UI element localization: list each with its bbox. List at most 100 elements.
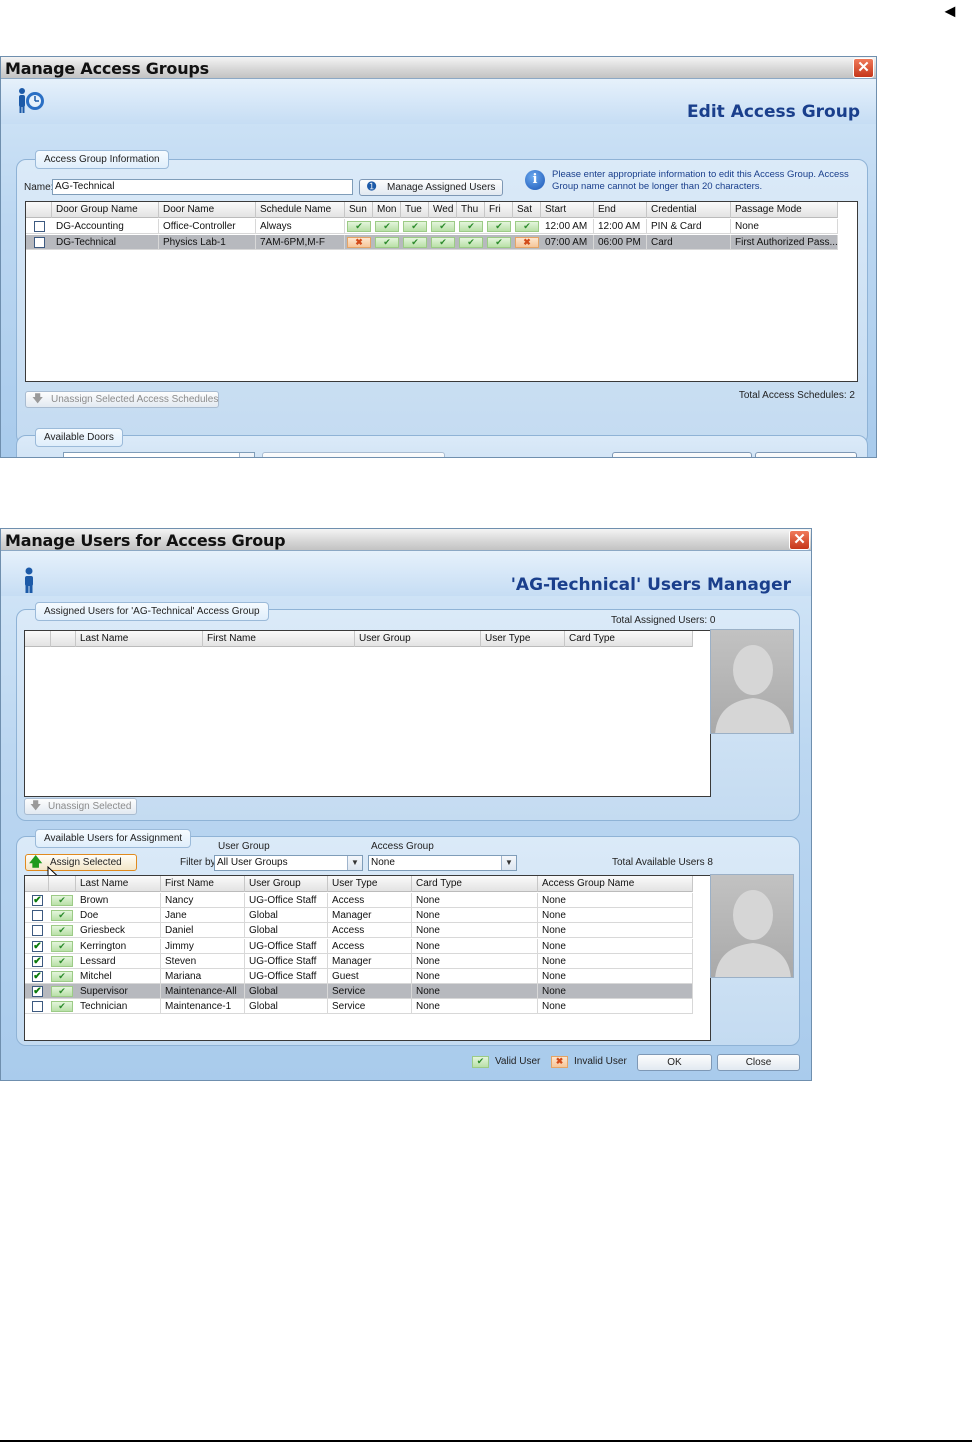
table-cell: None bbox=[412, 969, 538, 984]
table-row[interactable]: ✔ ✔ Kerrington Jimmy UG-Office Staff Access No… bbox=[25, 938, 693, 954]
user-icon: ➊ bbox=[367, 181, 377, 193]
assign-selected-button[interactable]: 🡅 Assign Selected bbox=[25, 854, 137, 871]
denied-day-icon: ✖ bbox=[347, 237, 371, 248]
assigned-users-legend: Assigned Users for 'AG-Technical' Access… bbox=[35, 602, 269, 621]
assign-schedule-button[interactable] bbox=[262, 452, 445, 457]
table-cell: UG-Office Staff bbox=[245, 953, 328, 969]
table-cell: Lessard bbox=[76, 953, 161, 969]
manage-assigned-users-button[interactable]: ➊ Manage Assigned Users bbox=[359, 179, 503, 196]
access-group-label: Access Group bbox=[371, 841, 434, 852]
column-header[interactable]: User Group bbox=[245, 876, 328, 892]
table-row[interactable]: ✔ Technician Maintenance-1 Global Service Non… bbox=[25, 999, 693, 1015]
close-window-button[interactable]: ✕ bbox=[789, 530, 810, 550]
column-header[interactable]: Access Group Name bbox=[538, 876, 693, 892]
access-group-select[interactable]: None ▼ bbox=[368, 855, 517, 871]
column-header[interactable]: Mon bbox=[373, 202, 401, 218]
row-checkbox[interactable]: ✔ bbox=[32, 955, 43, 967]
column-header[interactable]: Wed bbox=[429, 202, 457, 218]
close-button[interactable]: Close bbox=[717, 1054, 800, 1071]
assigned-user-photo bbox=[710, 629, 794, 734]
column-header[interactable] bbox=[25, 631, 51, 647]
access-group-value: None bbox=[371, 857, 395, 868]
column-header[interactable]: Schedule Name bbox=[256, 202, 345, 218]
table-cell: 12:00 AM bbox=[541, 219, 594, 234]
unassign-schedules-button[interactable]: 🡇 Unassign Selected Access Schedules bbox=[25, 391, 219, 408]
column-header[interactable]: First Name bbox=[203, 631, 355, 647]
column-header[interactable]: Thu bbox=[457, 202, 485, 218]
column-header[interactable]: Sat bbox=[513, 202, 541, 218]
column-header[interactable]: Card Type bbox=[565, 631, 693, 647]
column-header[interactable]: User Type bbox=[481, 631, 565, 647]
table-row[interactable]: DG-Accounting Office-Controller Always ✔ ✔ ✔ ✔… bbox=[26, 219, 838, 234]
column-header[interactable]: Door Name bbox=[159, 202, 256, 218]
row-checkbox[interactable]: ✔ bbox=[32, 940, 43, 952]
allowed-day-icon: ✔ bbox=[459, 237, 483, 248]
unassign-selected-button[interactable]: 🡇 Unassign Selected bbox=[24, 798, 137, 815]
column-header[interactable]: Tue bbox=[401, 202, 429, 218]
invalid-user-label: Invalid User bbox=[574, 1056, 627, 1067]
column-header[interactable]: Passage Mode bbox=[731, 202, 838, 218]
row-checkbox[interactable]: ✔ bbox=[32, 971, 43, 982]
column-header[interactable] bbox=[49, 876, 76, 892]
available-user-photo bbox=[710, 874, 794, 978]
column-header[interactable]: Start bbox=[541, 202, 594, 218]
row-checkbox[interactable] bbox=[32, 910, 43, 922]
chevron-down-icon: ▼ bbox=[347, 856, 362, 870]
avatar-icon bbox=[715, 890, 791, 977]
filter-by-label: Filter by: bbox=[180, 857, 219, 868]
valid-user-icon: ✔ bbox=[51, 971, 73, 982]
column-header[interactable]: User Group bbox=[355, 631, 481, 647]
table-row[interactable]: DG-Technical Physics Lab-1 7AM-6PM,M-F ✖ ✔ ✔ ✔… bbox=[26, 235, 838, 250]
column-header[interactable]: Last Name bbox=[76, 631, 203, 647]
down-arrow-icon: 🡇 bbox=[30, 800, 42, 812]
manage-users-window: Manage Users for Access Group ✕ 'AG-Tech… bbox=[0, 528, 812, 1081]
table-cell: None bbox=[538, 953, 693, 969]
access-group-name-input[interactable]: AG-Technical bbox=[52, 179, 353, 195]
column-header[interactable] bbox=[26, 202, 52, 218]
allowed-day-icon: ✔ bbox=[431, 237, 455, 248]
table-row[interactable]: ✔ Griesbeck Daniel Global Access None None bbox=[25, 923, 693, 939]
doors-filter-input[interactable]: ▼ bbox=[63, 452, 255, 457]
add-new-door-button[interactable] bbox=[755, 452, 857, 457]
table-cell: Maintenance-All bbox=[161, 984, 245, 1000]
column-header[interactable]: First Name bbox=[161, 876, 245, 892]
column-header[interactable]: Card Type bbox=[412, 876, 538, 892]
avatar-icon bbox=[715, 645, 791, 733]
allowed-day-icon: ✔ bbox=[515, 221, 539, 232]
table-cell: Supervisor bbox=[76, 984, 161, 1000]
modify-door-schedule-button[interactable] bbox=[612, 452, 752, 457]
column-header[interactable]: User Type bbox=[328, 876, 412, 892]
table-row[interactable]: ✔ Doe Jane Global Manager None None bbox=[25, 908, 693, 924]
row-checkbox[interactable]: ✔ bbox=[32, 986, 43, 998]
column-header[interactable]: End bbox=[594, 202, 647, 218]
table-cell: None bbox=[412, 999, 538, 1015]
table-cell: None bbox=[538, 984, 693, 1000]
row-checkbox[interactable] bbox=[32, 1001, 43, 1013]
column-header[interactable]: Sun bbox=[345, 202, 373, 218]
row-checkbox[interactable] bbox=[32, 925, 43, 937]
column-header[interactable]: Last Name bbox=[76, 876, 161, 892]
column-header[interactable] bbox=[25, 876, 49, 892]
close-window-button[interactable]: ✕ bbox=[853, 58, 874, 78]
table-cell: None bbox=[538, 923, 693, 939]
page-title: Edit Access Group bbox=[687, 102, 860, 122]
access-group-info-legend: Access Group Information bbox=[35, 150, 169, 169]
header-band: 'AG-Technical' Users Manager bbox=[1, 551, 811, 596]
table-row[interactable]: ✔ ✔ Lessard Steven UG-Office Staff Manager Non… bbox=[25, 953, 693, 969]
column-header[interactable]: Fri bbox=[485, 202, 513, 218]
ok-button[interactable]: OK bbox=[637, 1054, 712, 1071]
table-row[interactable]: ✔ ✔ Brown Nancy UG-Office Staff Access None Non… bbox=[25, 893, 693, 908]
column-header[interactable]: Credential bbox=[647, 202, 731, 218]
column-header[interactable] bbox=[51, 631, 76, 647]
table-row[interactable]: ✔ ✔ Mitchel Mariana UG-Office Staff Guest None… bbox=[25, 969, 693, 984]
window-title: Manage Users for Access Group bbox=[5, 531, 286, 550]
user-group-select[interactable]: All User Groups ▼ bbox=[214, 855, 363, 871]
row-checkbox[interactable] bbox=[34, 237, 45, 248]
row-checkbox[interactable] bbox=[34, 221, 45, 232]
table-row[interactable]: ✔ ✔ Supervisor Maintenance-All Global Service… bbox=[25, 984, 693, 1000]
column-header[interactable]: Door Group Name bbox=[52, 202, 159, 218]
unassign-schedules-label: Unassign Selected Access Schedules bbox=[51, 394, 219, 405]
valid-user-icon: ✔ bbox=[51, 925, 73, 937]
row-checkbox[interactable]: ✔ bbox=[32, 895, 43, 906]
back-arrow-icon[interactable]: ◄ bbox=[941, 2, 959, 20]
